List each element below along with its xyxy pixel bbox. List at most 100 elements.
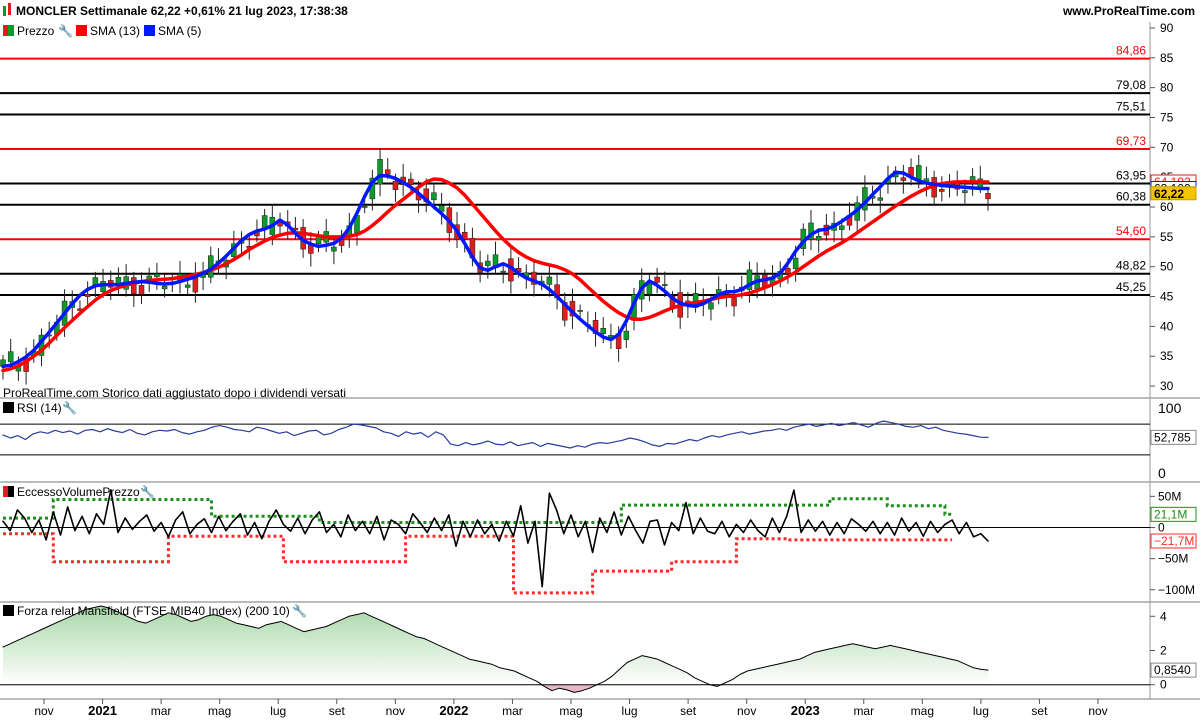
wrench-icon[interactable]: 🔧 [292,603,307,618]
x-tick-label: nov [1088,704,1107,718]
candle-body [654,276,660,283]
level-label: 60,38 [1116,190,1146,204]
price-y-tick-label: 60 [1160,200,1174,214]
rsi-legend: RSI (14) 🔧 [3,400,77,415]
candle-body [361,206,368,208]
candle-body [138,285,145,295]
volume-legend: EccessoVolumePrezzo 🔧 [3,484,155,499]
rsi-line [2,420,989,449]
level-label: 63,95 [1116,168,1146,182]
mansfield-last-label: 0,8540 [1154,663,1191,677]
price-y-tick-label: 85 [1160,51,1174,65]
price-y-tick-label: 40 [1160,319,1174,333]
candle-body [785,267,791,274]
candle-body [623,330,630,340]
wrench-icon[interactable]: 🔧 [62,400,77,415]
mansfield-y-tick-label: 2 [1160,644,1167,658]
price-panel[interactable]: 3035404550556065707580859084,8679,0875,5… [0,21,1197,393]
volume-y-tick-label: −100M [1158,583,1195,597]
volume-panel[interactable]: 50M 0 −50M −100M 21,1M −21,7M [0,489,1197,597]
x-tick-label: mag [208,704,231,718]
legend-sma13: SMA (13) [90,24,140,38]
wrench-icon[interactable]: 🔧 [58,23,73,38]
price-y-tick-label: 80 [1160,81,1174,95]
candle-body [577,310,583,312]
rsi-panel[interactable]: 0 100 52,785 [0,400,1197,481]
candle-body [377,159,383,185]
candle-body [84,294,91,297]
legend-sma5: SMA (5) [158,24,201,38]
x-tick-label: nov [386,704,405,718]
level-label: 75,51 [1116,99,1146,113]
mansfield-panel[interactable]: 4 2 00,8540 [0,605,1197,693]
price-y-tick-label: 55 [1160,230,1174,244]
price-y-tick-label: 70 [1160,140,1174,154]
volume-last-label: 21,1M [1154,507,1187,521]
candle-body [985,192,991,200]
x-tick-label: set [1031,704,1048,718]
candle-body [962,190,968,193]
candle-body [546,276,553,285]
x-tick-label: 2022 [439,703,468,718]
x-tick-label: 2023 [791,703,820,718]
x-tick-label: mar [151,704,172,718]
candle-body [431,192,437,201]
mansfield-area-negative [3,684,988,693]
sma13-legend-swatch [76,25,87,36]
site-label: www.ProRealTime.com [1062,4,1195,18]
panel-frames [0,22,1200,700]
volume-title: EccessoVolumePrezzo [17,485,140,499]
candle-body [708,302,714,310]
candle-body [408,178,414,186]
level-label: 69,73 [1116,134,1146,148]
candle-body [915,165,922,180]
x-tick-label: mag [911,704,934,718]
candle-body [792,257,799,270]
volume-y-tick-label: 50M [1158,489,1181,503]
volume-line [2,489,989,588]
candle-body [392,180,399,190]
wrench-icon[interactable]: 🔧 [140,484,155,499]
candle-body [646,283,653,295]
level-label: 45,25 [1116,280,1146,294]
x-tick-label: lug [973,704,989,718]
candle-body [184,284,191,288]
candle-body [500,270,506,273]
volume-y-tick-label: −50M [1158,552,1188,566]
mansfield-legend: Forza relat Mansfield (FTSE MIB40 Index)… [3,603,307,618]
rsi-title: RSI (14) [17,401,62,415]
x-axis: nov 2021 mar mag lug set nov 2022 mar mag lug set no… [34,699,1108,718]
x-tick-label: set [680,704,697,718]
price-legend: Prezzo 🔧 SMA (13) SMA (5) [3,23,201,38]
rsi-last-label: 52,785 [1154,430,1191,444]
x-tick-label: lug [622,704,638,718]
candle-body [877,197,884,201]
volume-last-label: −21,7M [1154,534,1194,548]
candle-body [331,246,337,252]
sma5-legend-swatch [144,25,155,36]
candle-body [815,236,822,241]
mansfield-y-tick-label: 4 [1160,609,1167,623]
candle-body [385,169,391,175]
price-y-tick-label: 90 [1160,21,1174,35]
volume-y-tick-label: 0 [1158,520,1165,534]
chart-root: MONCLER Settimanale 62,22 +0,61% 21 lug … [0,0,1200,718]
chart-title: MONCLER Settimanale 62,22 +0,61% 21 lug … [16,4,348,18]
x-tick-label: nov [737,704,756,718]
candle-body [839,225,845,230]
level-label: 84,86 [1116,44,1146,58]
candle-body [161,285,168,290]
level-label: 54,60 [1116,224,1146,238]
x-tick-label: set [329,704,346,718]
rsi-y-tick-label: 100 [1158,400,1182,416]
candle-body [939,189,945,192]
volume-upper-band [3,497,953,524]
level-label: 79,08 [1116,78,1146,92]
candle-body [731,297,737,307]
price-y-tick-label: 75 [1160,110,1174,124]
price-y-tick-label: 35 [1160,349,1174,363]
candle-body [600,328,606,334]
price-y-tick-label: 30 [1160,379,1174,393]
candle-body [7,351,14,363]
price-y-tick-label: 45 [1160,290,1174,304]
